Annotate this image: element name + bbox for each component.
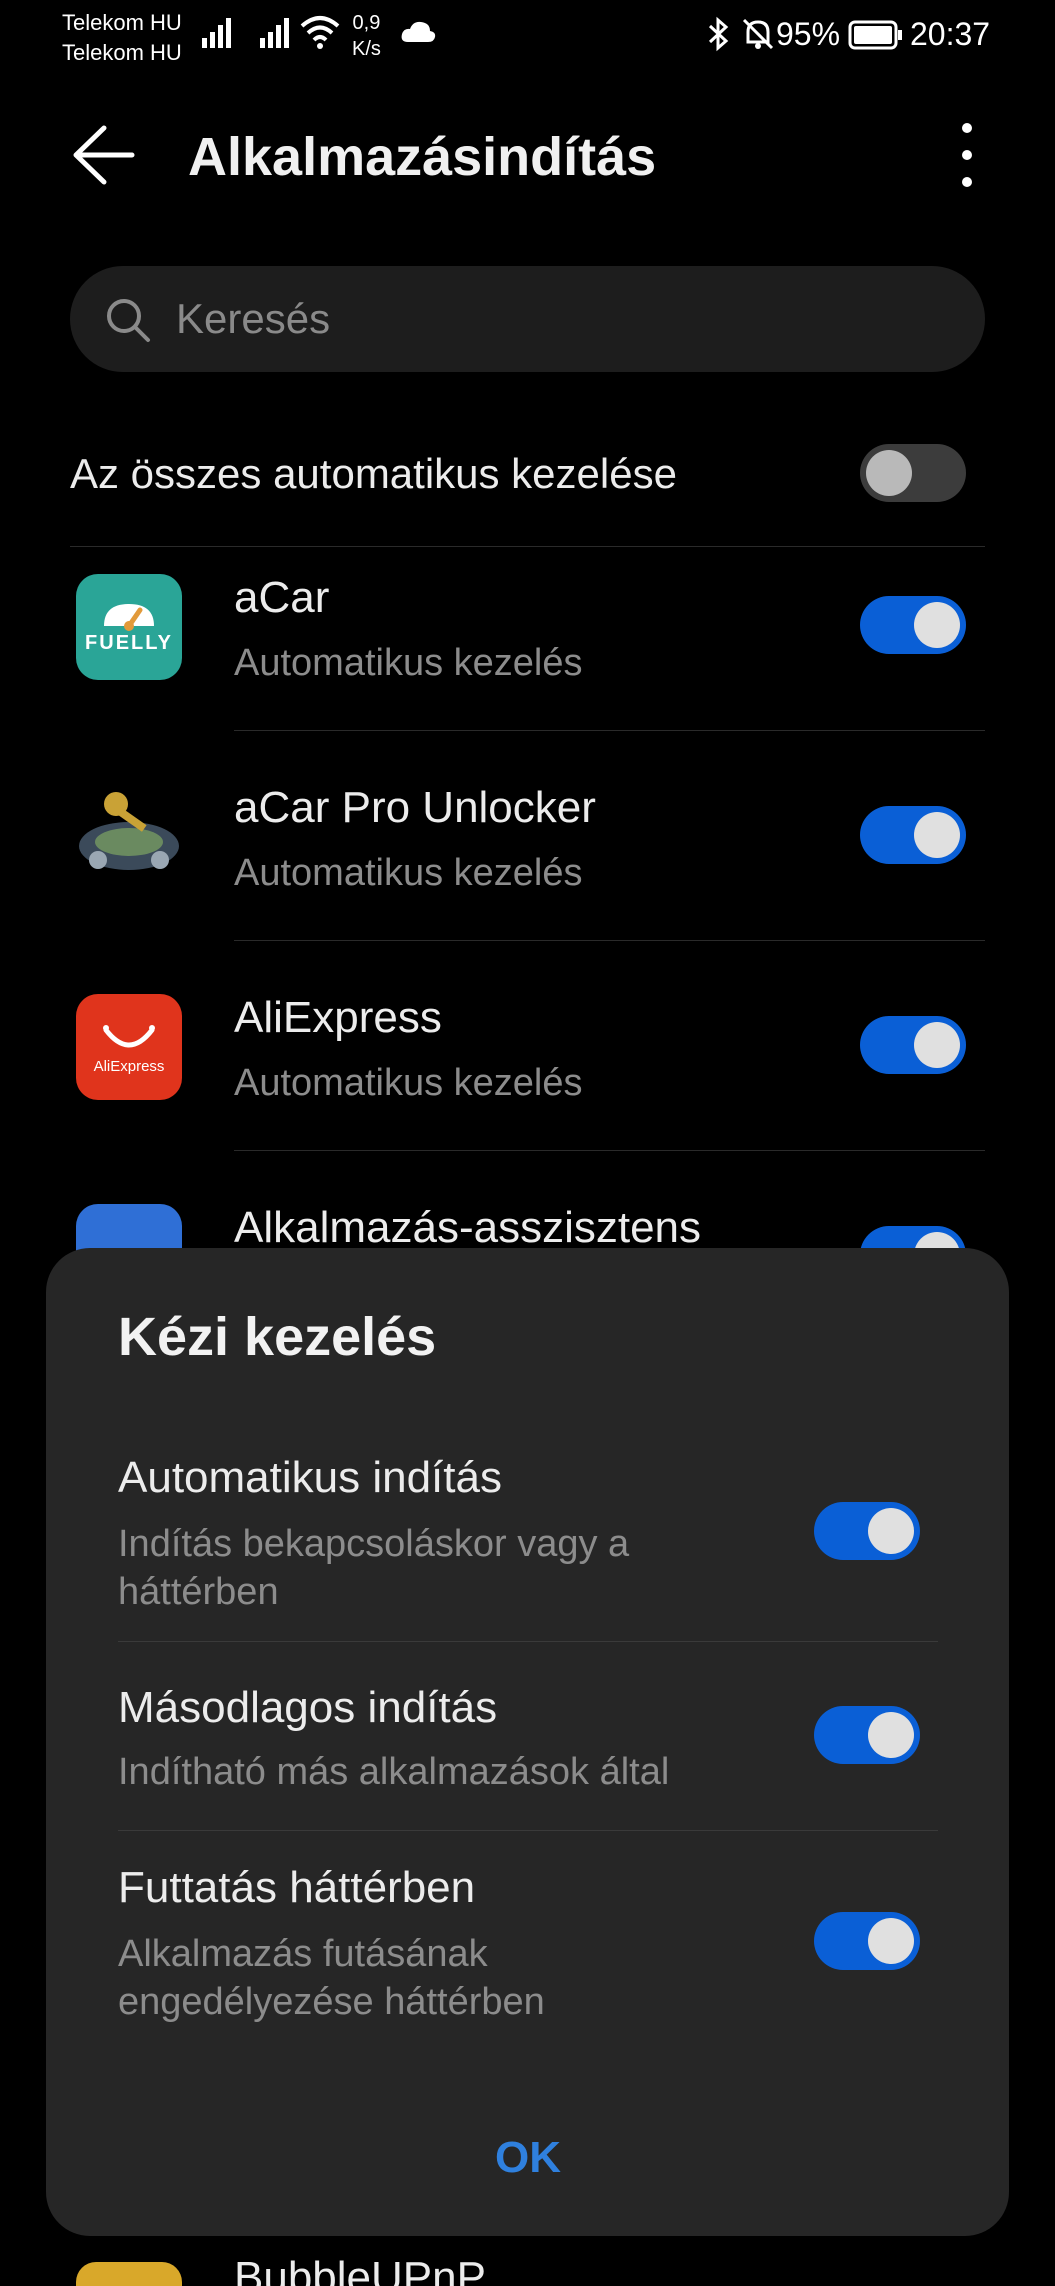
option-description: Indítható más alkalmazások által <box>118 1751 670 1793</box>
divider <box>234 1150 985 1151</box>
option-title: Automatikus indítás <box>118 1453 502 1502</box>
divider <box>234 730 985 731</box>
app-status: Automatikus kezelés <box>234 1062 583 1104</box>
search-input[interactable] <box>176 286 956 352</box>
app-name: AliExpress <box>234 993 442 1042</box>
auto-launch-toggle[interactable] <box>814 1502 920 1560</box>
signal-icon <box>202 18 231 48</box>
car-key-icon <box>76 784 182 890</box>
option-description: Alkalmazás futásának engedélyezése hátté… <box>118 1933 545 2023</box>
bluetooth-icon <box>708 16 729 52</box>
wifi-icon <box>300 16 340 49</box>
carrier-1: Telekom HU <box>62 10 182 35</box>
back-arrow-icon[interactable] <box>70 120 136 190</box>
bell-off-icon <box>742 18 774 50</box>
aliexpress-icon-label: AliExpress <box>93 1058 165 1075</box>
dialog-title: Kézi kezelés <box>118 1307 437 1367</box>
manage-all-toggle[interactable] <box>860 444 966 502</box>
divider <box>118 1830 938 1831</box>
app-toggle[interactable] <box>860 596 966 654</box>
fuelly-icon <box>76 574 182 680</box>
fuelly-icon-label: FUELLY <box>85 632 173 654</box>
page-title: Alkalmazásindítás <box>188 127 657 187</box>
app-toggle[interactable] <box>860 1016 966 1074</box>
battery-icon <box>848 20 902 50</box>
app-name: BubbleUPnP <box>234 2253 486 2286</box>
app-name: aCar <box>234 573 330 622</box>
speed-value: 0,9 <box>352 12 381 34</box>
app-status: Automatikus kezelés <box>234 642 583 684</box>
more-vertical-icon[interactable] <box>950 120 984 190</box>
app-status: Automatikus kezelés <box>234 852 583 894</box>
manage-all-label: Az összes automatikus kezelése <box>70 450 677 497</box>
app-toggle[interactable] <box>860 806 966 864</box>
cloud-icon <box>401 21 436 42</box>
divider <box>234 940 985 941</box>
run-in-background-toggle[interactable] <box>814 1912 920 1970</box>
app-name: aCar Pro Unlocker <box>234 783 596 832</box>
speed-unit: K/s <box>352 38 381 60</box>
clock: 20:37 <box>910 16 991 52</box>
ok-button[interactable]: OK <box>448 2122 608 2194</box>
option-title: Futtatás háttérben <box>118 1863 476 1912</box>
bubbleupnp-icon <box>76 2262 182 2286</box>
aliexpress-icon <box>76 994 182 1100</box>
signal-icon <box>260 18 289 48</box>
secondary-launch-toggle[interactable] <box>814 1706 920 1764</box>
carrier-info: Telekom HU Telekom HU <box>62 8 182 68</box>
option-title: Másodlagos indítás <box>118 1683 498 1732</box>
carrier-2: Telekom HU <box>62 40 182 65</box>
divider <box>118 1641 938 1642</box>
network-speed: 0,9 K/s <box>352 10 381 62</box>
search-icon <box>107 299 150 342</box>
option-description: Indítás bekapcsoláskor vagy a háttérben <box>118 1523 630 1613</box>
divider <box>70 546 985 547</box>
battery-percent: 95% <box>776 16 841 52</box>
